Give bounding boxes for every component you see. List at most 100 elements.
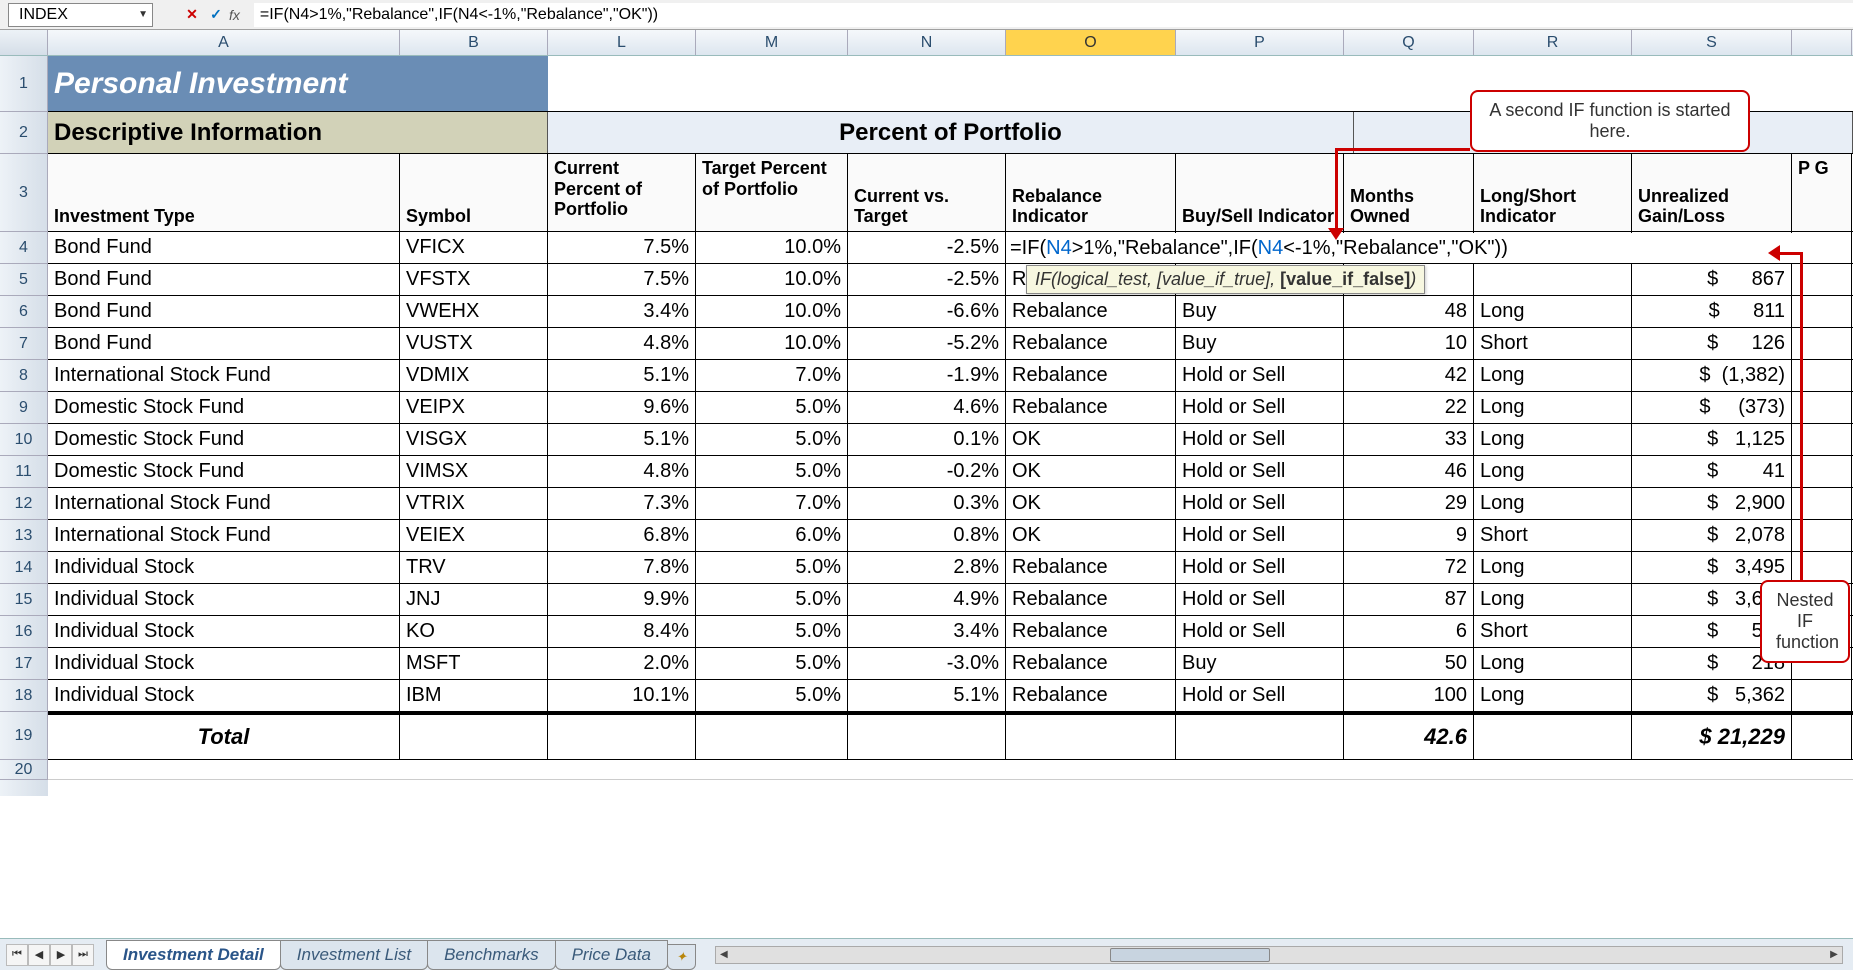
- row-header-17[interactable]: 17: [0, 648, 48, 680]
- cell-R[interactable]: Long: [1474, 392, 1632, 423]
- cell-S[interactable]: $ 126: [1632, 328, 1792, 359]
- scroll-left-icon[interactable]: ◀: [716, 949, 732, 960]
- first-sheet-button[interactable]: ⏮: [6, 944, 28, 966]
- tab-investment-detail[interactable]: Investment Detail: [106, 940, 281, 970]
- cell-A[interactable]: Individual Stock: [48, 680, 400, 711]
- cell-M[interactable]: 5.0%: [696, 680, 848, 711]
- cell-B[interactable]: VFICX: [400, 232, 548, 263]
- next-sheet-button[interactable]: ▶: [50, 944, 72, 966]
- cell-N[interactable]: 0.3%: [848, 488, 1006, 519]
- col-header-N[interactable]: N: [848, 30, 1006, 55]
- cell-P[interactable]: Hold or Sell: [1176, 392, 1344, 423]
- cell-Q[interactable]: 100: [1344, 680, 1474, 711]
- cell-O[interactable]: OK: [1006, 488, 1176, 519]
- cell-L[interactable]: 6.8%: [548, 520, 696, 551]
- horizontal-scrollbar[interactable]: ◀ ▶: [715, 946, 1843, 964]
- row-header-14[interactable]: 14: [0, 552, 48, 584]
- cell-O[interactable]: OK: [1006, 520, 1176, 551]
- cancel-button[interactable]: ✕: [181, 4, 203, 26]
- cell-Q[interactable]: 42: [1344, 360, 1474, 391]
- cell-R[interactable]: Long: [1474, 488, 1632, 519]
- cell-M[interactable]: 5.0%: [696, 424, 848, 455]
- row-header-19[interactable]: 19: [0, 712, 48, 760]
- cell-B[interactable]: VFSTX: [400, 264, 548, 295]
- tab-benchmarks[interactable]: Benchmarks: [427, 940, 555, 970]
- cell-N[interactable]: -6.6%: [848, 296, 1006, 327]
- cell-R[interactable]: Long: [1474, 424, 1632, 455]
- cell-L[interactable]: 9.9%: [548, 584, 696, 615]
- cell-M[interactable]: 6.0%: [696, 520, 848, 551]
- cell-O[interactable]: Rebalance: [1006, 552, 1176, 583]
- cell-R[interactable]: Short: [1474, 616, 1632, 647]
- cell-O[interactable]: Rebalance: [1006, 360, 1176, 391]
- cell-M[interactable]: 5.0%: [696, 552, 848, 583]
- cell-P[interactable]: Hold or Sell: [1176, 552, 1344, 583]
- cell-N[interactable]: 5.1%: [848, 680, 1006, 711]
- cell-B[interactable]: VTRIX: [400, 488, 548, 519]
- cell-N[interactable]: 4.9%: [848, 584, 1006, 615]
- cell-Q[interactable]: 9: [1344, 520, 1474, 551]
- cell-L[interactable]: 5.1%: [548, 360, 696, 391]
- cell-P[interactable]: Buy: [1176, 648, 1344, 679]
- cell-Q[interactable]: 72: [1344, 552, 1474, 583]
- cell-B[interactable]: VWEHX: [400, 296, 548, 327]
- cell-S[interactable]: $ 5,362: [1632, 680, 1792, 711]
- cell-S[interactable]: $ (373): [1632, 392, 1792, 423]
- cell-L[interactable]: 3.4%: [548, 296, 696, 327]
- editing-cell-formula[interactable]: =IF(N4>1%,"Rebalance",IF(N4<-1%,"Rebalan…: [1006, 233, 1806, 263]
- cell-A[interactable]: International Stock Fund: [48, 520, 400, 551]
- cell-R[interactable]: Long: [1474, 360, 1632, 391]
- cell-L[interactable]: 4.8%: [548, 328, 696, 359]
- cell-S[interactable]: $ 2,078: [1632, 520, 1792, 551]
- cell-B[interactable]: VEIEX: [400, 520, 548, 551]
- cell-A[interactable]: International Stock Fund: [48, 360, 400, 391]
- cell-M[interactable]: 5.0%: [696, 392, 848, 423]
- cell-L[interactable]: 10.1%: [548, 680, 696, 711]
- row-header-18[interactable]: 18: [0, 680, 48, 712]
- cell-Q[interactable]: 22: [1344, 392, 1474, 423]
- cell-S[interactable]: $ 2,900: [1632, 488, 1792, 519]
- cell-B[interactable]: VUSTX: [400, 328, 548, 359]
- cell-O[interactable]: Rebalance: [1006, 648, 1176, 679]
- col-header-A[interactable]: A: [48, 30, 400, 55]
- tab-price-data[interactable]: Price Data: [555, 940, 668, 970]
- cell-A[interactable]: Domestic Stock Fund: [48, 392, 400, 423]
- row-header-15[interactable]: 15: [0, 584, 48, 616]
- row-header-10[interactable]: 10: [0, 424, 48, 456]
- row-header-4[interactable]: 4: [0, 232, 48, 264]
- cell-A[interactable]: Bond Fund: [48, 232, 400, 263]
- cell-B[interactable]: KO: [400, 616, 548, 647]
- cell-P[interactable]: Hold or Sell: [1176, 488, 1344, 519]
- cell-Q[interactable]: 6: [1344, 616, 1474, 647]
- row-header-20[interactable]: 20: [0, 760, 48, 780]
- cell-M[interactable]: 10.0%: [696, 264, 848, 295]
- cell-T[interactable]: [1792, 680, 1852, 711]
- cell-P[interactable]: Hold or Sell: [1176, 616, 1344, 647]
- row-header-5[interactable]: 5: [0, 264, 48, 296]
- cell-A[interactable]: Bond Fund: [48, 328, 400, 359]
- prev-sheet-button[interactable]: ◀: [28, 944, 50, 966]
- cell-B[interactable]: JNJ: [400, 584, 548, 615]
- cell-M[interactable]: 5.0%: [696, 456, 848, 487]
- cell-R[interactable]: [1474, 264, 1632, 295]
- cell-L[interactable]: 7.3%: [548, 488, 696, 519]
- cell-P[interactable]: Hold or Sell: [1176, 680, 1344, 711]
- cell-S[interactable]: $ 41: [1632, 456, 1792, 487]
- cell-L[interactable]: 2.0%: [548, 648, 696, 679]
- cell-L[interactable]: 7.5%: [548, 264, 696, 295]
- cell-P[interactable]: Hold or Sell: [1176, 424, 1344, 455]
- cell-M[interactable]: 7.0%: [696, 360, 848, 391]
- cell-N[interactable]: -2.5%: [848, 232, 1006, 263]
- cell-B[interactable]: VISGX: [400, 424, 548, 455]
- col-header-R[interactable]: R: [1474, 30, 1632, 55]
- cell-R[interactable]: Short: [1474, 520, 1632, 551]
- cell-N[interactable]: 3.4%: [848, 616, 1006, 647]
- cell-L[interactable]: 7.8%: [548, 552, 696, 583]
- row-header-13[interactable]: 13: [0, 520, 48, 552]
- cell-N[interactable]: 4.6%: [848, 392, 1006, 423]
- cell-P[interactable]: Hold or Sell: [1176, 456, 1344, 487]
- cell-O[interactable]: Rebalance: [1006, 392, 1176, 423]
- col-header-P[interactable]: P: [1176, 30, 1344, 55]
- cell-O[interactable]: OK: [1006, 456, 1176, 487]
- col-header-O[interactable]: O: [1006, 30, 1176, 55]
